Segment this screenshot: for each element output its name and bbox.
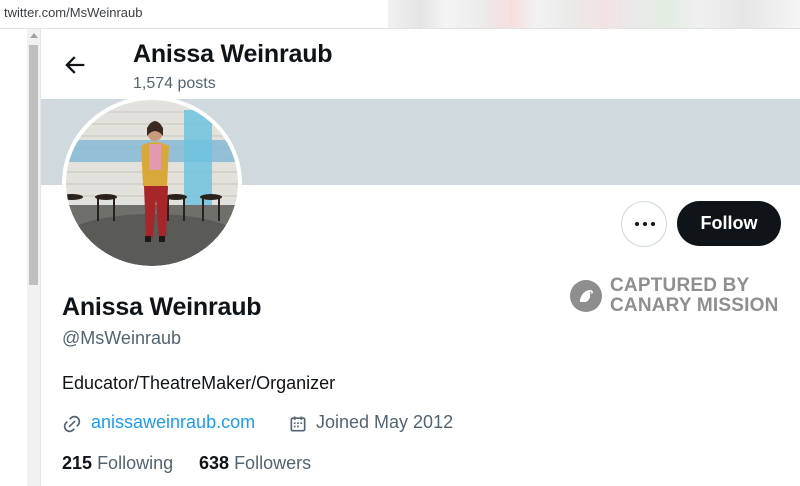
arrow-left-icon xyxy=(65,56,85,74)
scroll-thumb[interactable] xyxy=(29,45,38,285)
following-count: 215 xyxy=(62,453,93,473)
following-link[interactable]: 215 Following xyxy=(62,453,173,474)
post-count: 1,574 posts xyxy=(133,75,216,92)
website-link[interactable]: anissaweinraub.com xyxy=(91,412,255,433)
calendar-icon xyxy=(290,416,306,432)
bird-logo-icon xyxy=(570,280,602,312)
browser-url-bar[interactable]: twitter.com/MsWeinraub xyxy=(0,0,800,29)
user-handle: @MsWeinraub xyxy=(62,328,181,348)
more-options-button[interactable] xyxy=(621,201,667,247)
joined-date: Joined May 2012 xyxy=(316,412,454,432)
avatar[interactable] xyxy=(62,96,242,270)
header-title: Anissa Weinraub xyxy=(133,40,333,68)
scrollbar[interactable] xyxy=(27,29,41,486)
left-gutter xyxy=(0,29,27,486)
scroll-up-icon[interactable] xyxy=(30,33,38,38)
blurred-toolbar xyxy=(388,0,800,28)
avatar-photo xyxy=(66,100,238,266)
more-dots-icon xyxy=(635,222,655,227)
followers-link[interactable]: 638 Followers xyxy=(199,453,311,474)
following-label: Following xyxy=(97,453,174,473)
followers-count: 638 xyxy=(199,453,230,473)
watermark-line2: CANARY MISSION xyxy=(610,295,779,316)
profile-header: Anissa Weinraub 1,574 posts xyxy=(41,29,800,99)
display-name: Anissa Weinraub xyxy=(62,293,262,321)
back-button[interactable] xyxy=(61,51,89,79)
followers-label: Followers xyxy=(234,453,312,473)
canary-mission-watermark: CAPTURED BY CANARY MISSION xyxy=(570,276,790,318)
url-text[interactable]: twitter.com/MsWeinraub xyxy=(4,5,142,20)
watermark-line1: CAPTURED BY xyxy=(610,275,750,296)
follow-button[interactable]: Follow xyxy=(677,201,781,246)
link-icon xyxy=(63,415,81,433)
profile-bio: Educator/TheatreMaker/Organizer xyxy=(62,373,336,393)
